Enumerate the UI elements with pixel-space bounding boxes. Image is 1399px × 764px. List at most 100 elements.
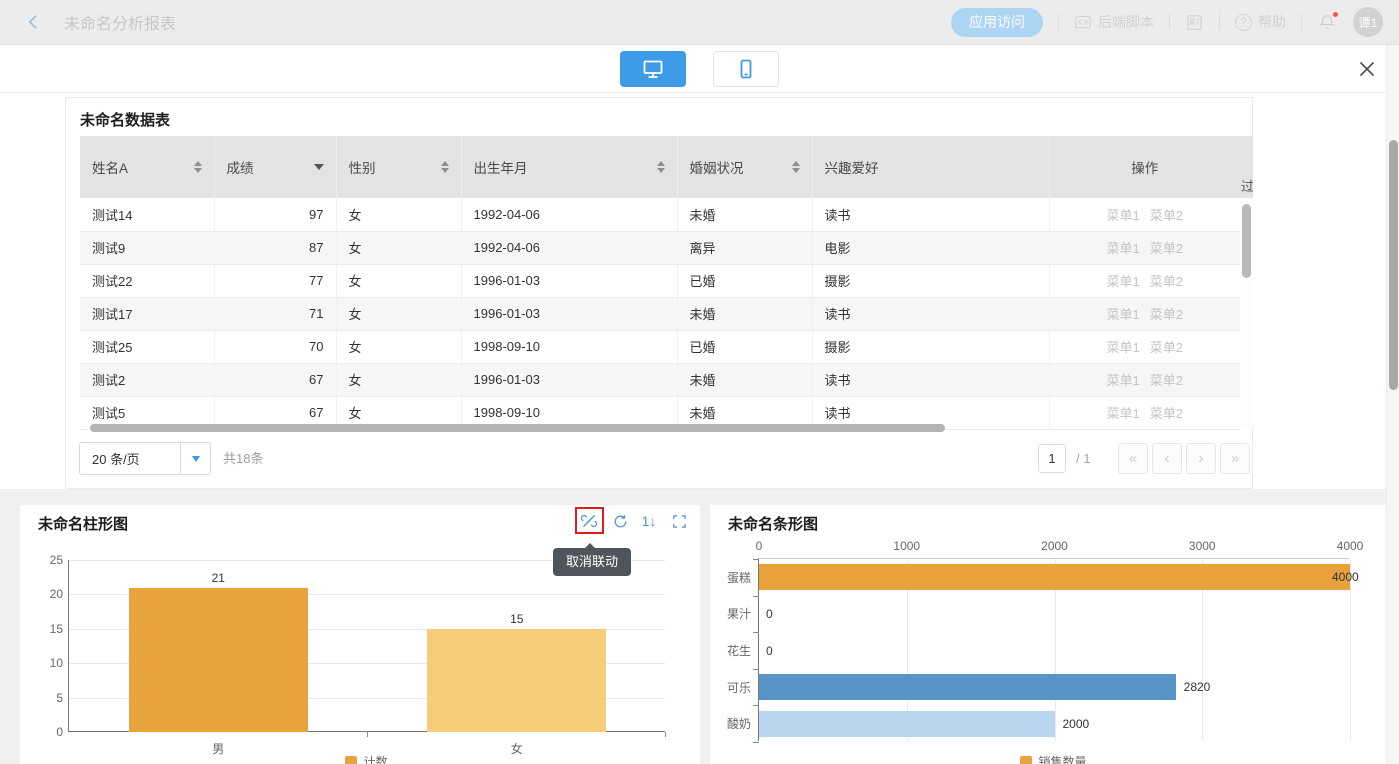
row-action-link[interactable]: 菜单1	[1107, 340, 1140, 355]
y-axis-tick-label: 15	[33, 622, 63, 636]
column-chart-legend[interactable]: 计数	[68, 753, 665, 764]
gridline	[1350, 559, 1351, 741]
page-scrollbar[interactable]	[1386, 45, 1399, 764]
row-action-link[interactable]: 菜单1	[1107, 373, 1140, 388]
first-page-button[interactable]: «	[1118, 443, 1148, 474]
table-cell: 女	[336, 297, 461, 330]
bar[interactable]	[759, 564, 1350, 590]
sort-carets-icon[interactable]	[441, 161, 449, 173]
refresh-button[interactable]	[610, 511, 630, 531]
table-row[interactable]: 测试987女1992-04-06离异电影菜单1菜单2	[80, 231, 1240, 264]
row-actions-cell: 菜单1 菜单2	[1049, 363, 1240, 396]
divider	[1301, 14, 1302, 30]
bar-value-label: 2820	[1184, 680, 1211, 694]
bar[interactable]	[759, 711, 1055, 737]
clipped-column-text: 过	[1241, 176, 1253, 195]
data-table: 姓名A成绩性别出生年月婚姻状况兴趣爱好操作 测试1497女1992-04-06未…	[80, 136, 1240, 430]
bar-chart-panel: 未命名条形图 01000200030004000蛋糕4000果汁0花生0可乐28…	[710, 505, 1386, 764]
column-header[interactable]: 姓名A	[80, 136, 214, 198]
row-action-link[interactable]: 菜单2	[1150, 274, 1183, 289]
row-action-link[interactable]: 菜单2	[1150, 241, 1183, 256]
column-header[interactable]: 性别	[336, 136, 461, 198]
sort-carets-icon[interactable]	[657, 161, 665, 173]
sort-carets-icon[interactable]	[792, 161, 800, 173]
sort-desc-icon[interactable]	[314, 164, 324, 170]
bar-chart-title: 未命名条形图	[728, 513, 818, 534]
bar-value-label: 21	[212, 571, 225, 585]
column-header[interactable]: 成绩	[214, 136, 336, 198]
row-actions-cell: 菜单1 菜单2	[1049, 330, 1240, 363]
x-axis-tick-label: 0	[756, 539, 763, 553]
desktop-view-button[interactable]	[620, 51, 686, 87]
avatar[interactable]: 谭1	[1353, 7, 1383, 37]
table-cell: 读书	[812, 198, 1049, 231]
legend-marker	[1020, 756, 1032, 764]
notification-dot	[1332, 11, 1339, 18]
sort-button[interactable]: 1↓	[639, 511, 659, 531]
bar-chart-plot: 01000200030004000蛋糕4000果汁0花生0可乐2820酸奶200…	[758, 558, 1349, 741]
row-action-link[interactable]: 菜单1	[1107, 406, 1140, 421]
mobile-view-button[interactable]	[713, 51, 779, 87]
prev-page-button[interactable]: ‹	[1152, 443, 1182, 474]
y-axis-tick-label: 20	[33, 587, 63, 601]
bar[interactable]	[759, 674, 1176, 700]
double-chevron-right-icon: »	[1231, 450, 1239, 467]
close-button[interactable]	[1355, 57, 1379, 81]
y-axis-category-label: 可乐	[705, 669, 751, 706]
table-cell: 女	[336, 198, 461, 231]
column-header[interactable]: 出生年月	[461, 136, 677, 198]
bar[interactable]	[427, 629, 606, 732]
last-page-button[interactable]: »	[1220, 443, 1250, 474]
tooltip-text: 取消联动	[566, 554, 618, 569]
backend-script-button[interactable]: 后端脚本	[1074, 12, 1154, 32]
fullscreen-button[interactable]	[669, 511, 689, 531]
app-access-button[interactable]: 应用访问	[951, 8, 1043, 37]
column-header-label: 性别	[349, 157, 376, 177]
table-cell: 1996-01-03	[461, 297, 677, 330]
row-action-link[interactable]: 菜单1	[1107, 208, 1140, 223]
bar-chart-legend[interactable]: 销售数量	[758, 753, 1349, 764]
bar[interactable]	[129, 588, 308, 732]
table-row[interactable]: 测试2277女1996-01-03已婚摄影菜单1菜单2	[80, 264, 1240, 297]
y-axis-tick-label: 0	[33, 725, 63, 739]
table-row[interactable]: 测试2570女1998-09-10已婚摄影菜单1菜单2	[80, 330, 1240, 363]
help-button[interactable]: 帮助	[1235, 12, 1286, 32]
row-action-link[interactable]: 菜单2	[1150, 208, 1183, 223]
notifications-button[interactable]	[1317, 12, 1337, 32]
table-cell: 测试14	[80, 198, 214, 231]
next-page-button[interactable]: ›	[1186, 443, 1216, 474]
table-cell: 女	[336, 231, 461, 264]
pagination-bar: 20 条/页 共18条 1 / 1 « ‹ › »	[66, 442, 1252, 475]
row-actions-cell: 菜单1 菜单2	[1049, 264, 1240, 297]
row-action-link[interactable]: 菜单1	[1107, 307, 1140, 322]
page-size-select[interactable]: 20 条/页	[79, 442, 211, 475]
table-cell: 测试9	[80, 231, 214, 264]
x-axis-tick-label: 4000	[1337, 539, 1364, 553]
column-header-label: 成绩	[227, 157, 254, 177]
cancel-linkage-button[interactable]	[579, 511, 599, 531]
table-cell: 摄影	[812, 264, 1049, 297]
row-action-link[interactable]: 菜单1	[1107, 241, 1140, 256]
row-action-link[interactable]: 菜单2	[1150, 307, 1183, 322]
table-vertical-scrollbar[interactable]	[1240, 198, 1253, 428]
page-scrollbar-thumb[interactable]	[1389, 140, 1398, 390]
page-number-input[interactable]: 1	[1038, 444, 1066, 473]
table-horizontal-scrollbar-thumb[interactable]	[90, 424, 945, 432]
table-row[interactable]: 测试267女1996-01-03未婚读书菜单1菜单2	[80, 363, 1240, 396]
row-action-link[interactable]: 菜单1	[1107, 274, 1140, 289]
row-action-link[interactable]: 菜单2	[1150, 406, 1183, 421]
y-axis-category-label: 蛋糕	[705, 559, 751, 596]
back-button[interactable]	[24, 11, 46, 33]
table-cell: 测试2	[80, 363, 214, 396]
preview-toolbar	[0, 45, 1399, 93]
row-action-link[interactable]: 菜单2	[1150, 340, 1183, 355]
log-button[interactable]	[1185, 13, 1204, 32]
scrollbar-thumb[interactable]	[1242, 204, 1251, 278]
row-action-link[interactable]: 菜单2	[1150, 373, 1183, 388]
column-header[interactable]: 婚姻状况	[677, 136, 812, 198]
row-actions-cell: 菜单1 菜单2	[1049, 396, 1240, 429]
table-row[interactable]: 测试1771女1996-01-03未婚读书菜单1菜单2	[80, 297, 1240, 330]
sort-carets-icon[interactable]	[194, 161, 202, 173]
table-row[interactable]: 测试1497女1992-04-06未婚读书菜单1菜单2	[80, 198, 1240, 231]
bar-value-label: 0	[766, 644, 773, 658]
